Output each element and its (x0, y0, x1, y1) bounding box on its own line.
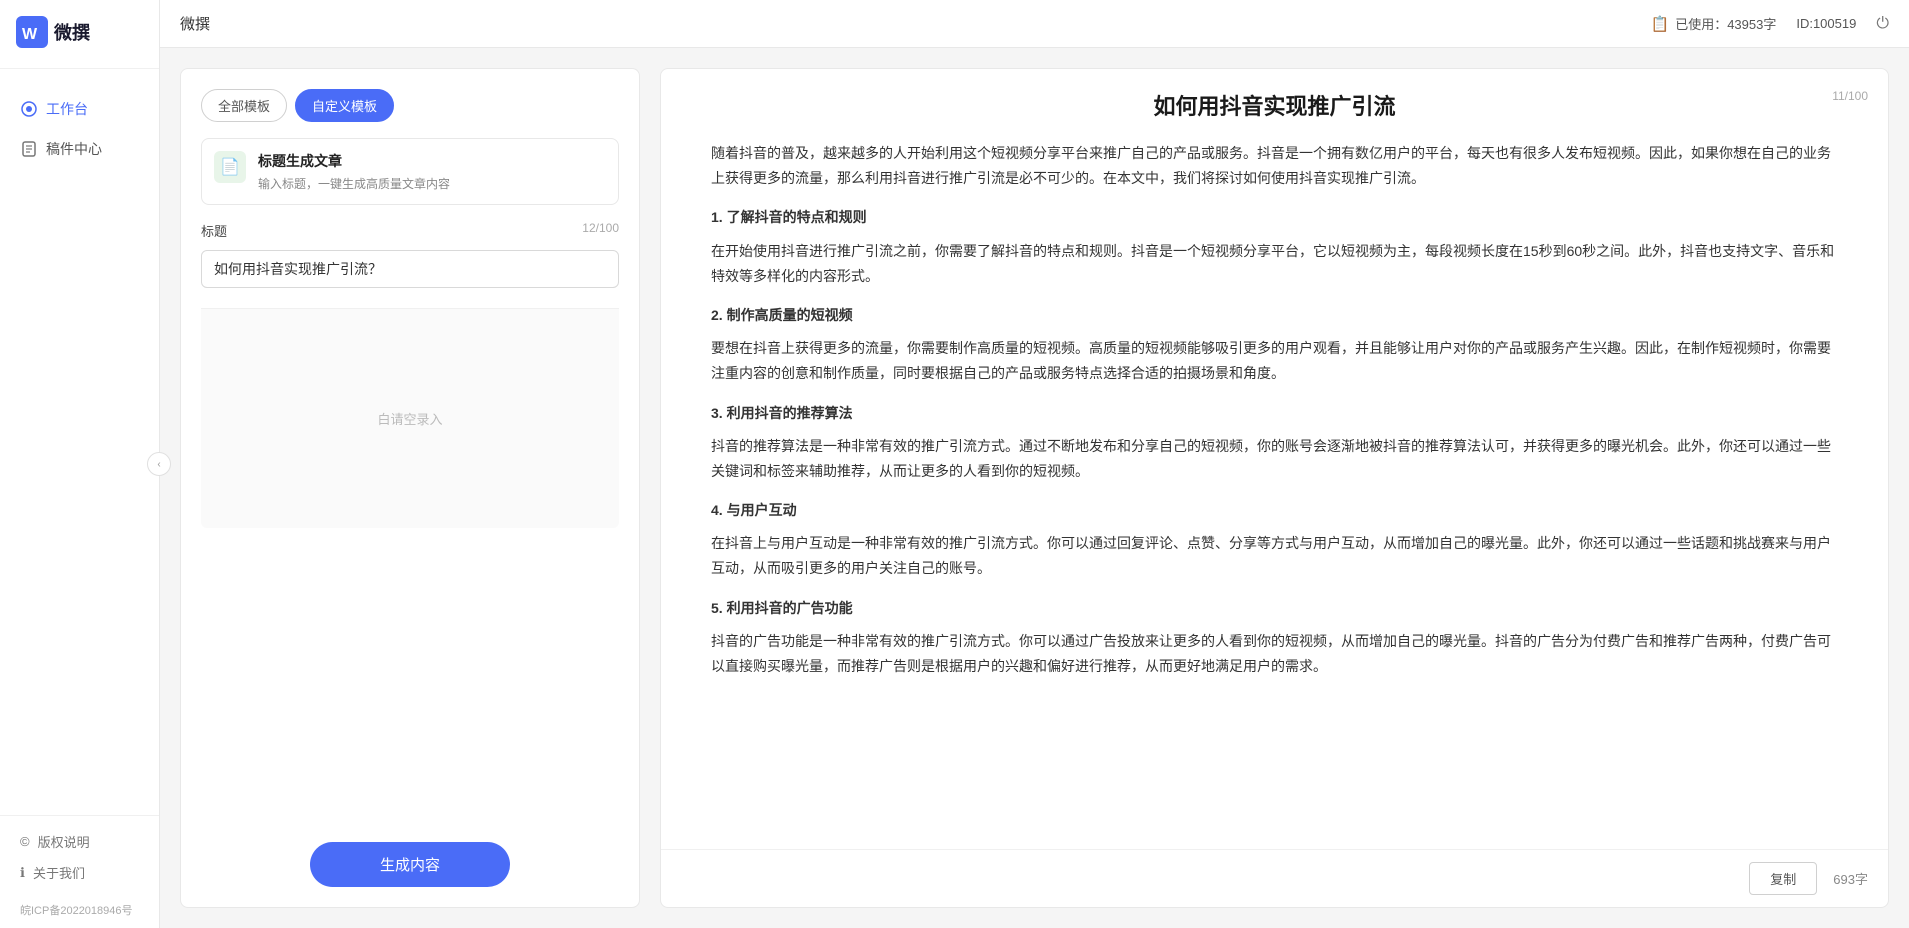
title-input[interactable] (201, 250, 619, 288)
usage-info: 📋 已使用：43953字 (1651, 14, 1777, 33)
svg-text:W: W (22, 26, 38, 43)
tab-custom-templates[interactable]: 自定义模板 (295, 89, 394, 122)
about-icon: ℹ (20, 865, 25, 881)
article-paragraph-0: 随着抖音的普及，越来越多的人开始利用这个短视频分享平台来推广自己的产品或服务。抖… (711, 141, 1838, 191)
workspace-icon (20, 100, 38, 118)
usage-icon: 📋 (1651, 15, 1670, 33)
article-footer: 复制 693字 (661, 849, 1888, 907)
field-label-title: 标题 12/100 (201, 221, 619, 240)
sidebar-item-workspace-label: 工作台 (46, 99, 88, 119)
left-panel: 全部模板 自定义模板 📄 标题生成文章 输入标题，一键生成高质量文章内容 标题 … (180, 68, 640, 908)
article-section-heading-7: 4. 与用户互动 (711, 498, 1838, 523)
sidebar: W 微撰 工作台 稿件中心 (0, 0, 160, 928)
topbar-title: 微撰 (180, 13, 210, 34)
tab-all-templates[interactable]: 全部模板 (201, 89, 287, 122)
title-counter: 12/100 (582, 221, 619, 240)
template-desc: 输入标题，一键生成高质量文章内容 (258, 175, 606, 192)
title-label: 标题 (201, 221, 227, 240)
sidebar-item-drafts[interactable]: 稿件中心 (0, 129, 159, 169)
copyright-item[interactable]: © 版权说明 (20, 832, 139, 851)
about-label: 关于我们 (33, 863, 85, 882)
form-section: 标题 12/100 (201, 221, 619, 288)
content-textarea-placeholder[interactable]: 白请空录入 (201, 308, 619, 528)
article-paragraph-4: 要想在抖音上获得更多的流量，你需要制作高质量的短视频。高质量的短视频能够吸引更多… (711, 336, 1838, 386)
logo-icon: W (16, 16, 48, 48)
generate-button[interactable]: 生成内容 (310, 842, 510, 887)
article-section-heading-1: 1. 了解抖音的特点和规则 (711, 205, 1838, 230)
word-count: 693字 (1833, 869, 1868, 888)
sidebar-footer: © 版权说明 ℹ 关于我们 (0, 815, 159, 898)
page-counter: 11/100 (1832, 89, 1868, 103)
template-info: 标题生成文章 输入标题，一键生成高质量文章内容 (258, 151, 606, 192)
article-body[interactable]: 随着抖音的普及，越来越多的人开始利用这个短视频分享平台来推广自己的产品或服务。抖… (661, 131, 1888, 849)
main: 微撰 📋 已使用：43953字 ID:100519 ⏻ 全部模板 自定义模板 📄… (160, 0, 1909, 928)
drafts-icon (20, 140, 38, 158)
sidebar-item-drafts-label: 稿件中心 (46, 139, 102, 159)
right-panel: 如何用抖音实现推广引流 11/100 随着抖音的普及，越来越多的人开始利用这个短… (660, 68, 1889, 908)
logo-area: W 微撰 (0, 0, 159, 69)
content-area: 全部模板 自定义模板 📄 标题生成文章 输入标题，一键生成高质量文章内容 标题 … (160, 48, 1909, 928)
sidebar-item-workspace[interactable]: 工作台 (0, 89, 159, 129)
about-item[interactable]: ℹ 关于我们 (20, 863, 139, 882)
usage-label: 已使用：43953字 (1675, 14, 1776, 33)
template-name: 标题生成文章 (258, 151, 606, 171)
copyright-label: 版权说明 (38, 832, 90, 851)
article-paragraph-6: 抖音的推荐算法是一种非常有效的推广引流方式。通过不断地发布和分享自己的短视频，你… (711, 434, 1838, 484)
article-paragraph-2: 在开始使用抖音进行推广引流之前，你需要了解抖音的特点和规则。抖音是一个短视频分享… (711, 239, 1838, 289)
id-label: ID:100519 (1796, 16, 1856, 31)
article-paragraph-10: 抖音的广告功能是一种非常有效的推广引流方式。你可以通过广告投放来让更多的人看到你… (711, 629, 1838, 679)
article-section-heading-5: 3. 利用抖音的推荐算法 (711, 401, 1838, 426)
template-card[interactable]: 📄 标题生成文章 输入标题，一键生成高质量文章内容 (201, 138, 619, 205)
topbar: 微撰 📋 已使用：43953字 ID:100519 ⏻ (160, 0, 1909, 48)
copyright-icon: © (20, 834, 30, 849)
article-header: 如何用抖音实现推广引流 11/100 (661, 69, 1888, 131)
power-icon[interactable]: ⏻ (1876, 15, 1889, 33)
article-section-heading-3: 2. 制作高质量的短视频 (711, 303, 1838, 328)
template-tabs: 全部模板 自定义模板 (201, 89, 619, 122)
article-section-heading-9: 5. 利用抖音的广告功能 (711, 596, 1838, 621)
article-paragraph-8: 在抖音上与用户互动是一种非常有效的推广引流方式。你可以通过回复评论、点赞、分享等… (711, 531, 1838, 581)
nav-items: 工作台 稿件中心 (0, 69, 159, 815)
icp-text: 皖ICP备2022018946号 (0, 898, 159, 928)
copy-button[interactable]: 复制 (1749, 862, 1817, 895)
collapse-sidebar-button[interactable]: ‹ (147, 452, 171, 476)
app-name: 微撰 (54, 19, 90, 45)
template-card-icon: 📄 (214, 151, 246, 183)
topbar-right: 📋 已使用：43953字 ID:100519 ⏻ (1651, 14, 1890, 33)
article-title: 如何用抖音实现推广引流 (701, 89, 1848, 121)
